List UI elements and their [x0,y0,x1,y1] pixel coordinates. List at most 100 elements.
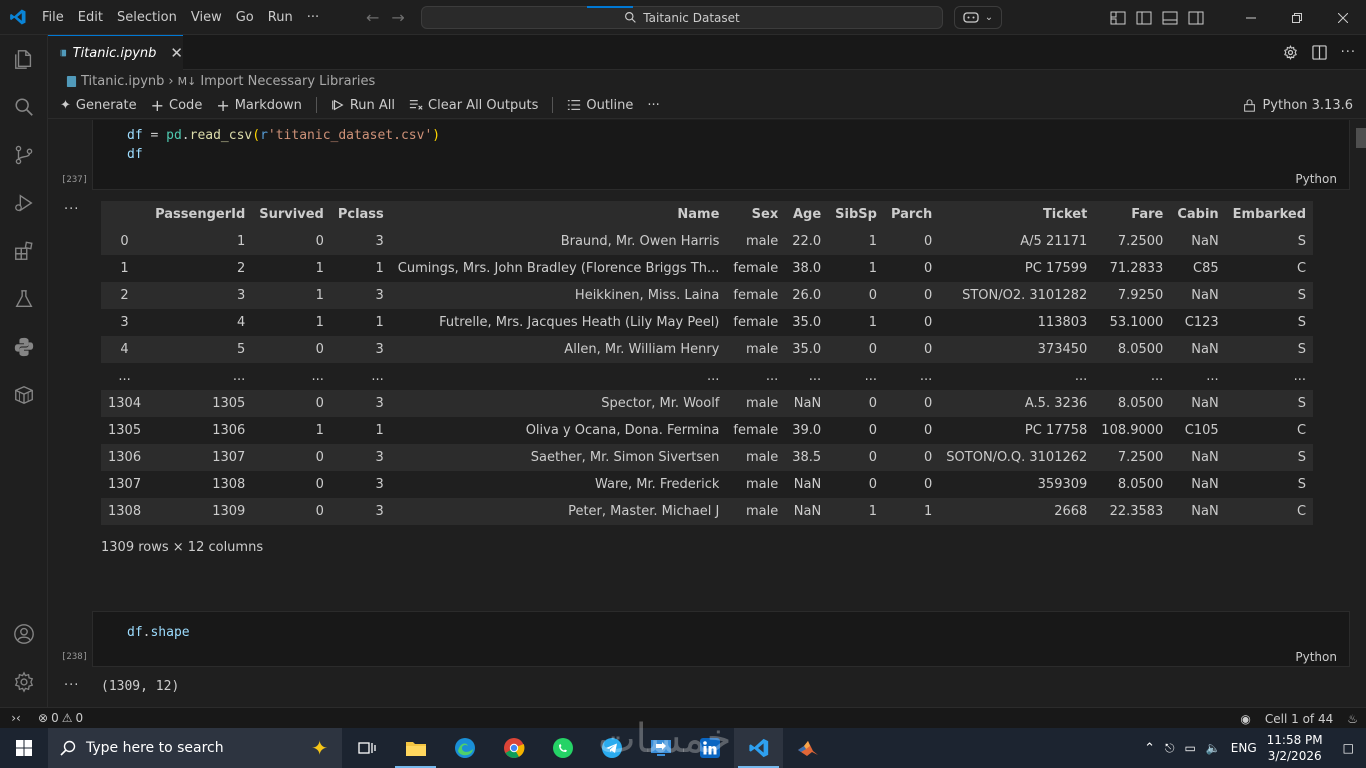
menu-view[interactable]: View [184,0,229,35]
tab-titanic-notebook[interactable]: Titanic.ipynb ✕ [48,35,183,70]
menu-file[interactable]: File [35,0,71,35]
outline-button[interactable]: Outline [567,98,633,113]
customize-layout-icon[interactable] [1110,11,1126,25]
column-header-ticket: Ticket [939,201,1095,228]
toolbar-more-button[interactable]: ··· [647,98,659,113]
cell-parch: 1 [883,498,940,525]
notification-center-icon[interactable]: □ [1343,741,1354,755]
menu-run[interactable]: Run [261,0,300,35]
source-control-icon[interactable] [0,131,48,179]
file-explorer-icon[interactable] [391,728,440,768]
remote-explorer-icon[interactable] [0,371,48,419]
close-icon[interactable]: ✕ [170,44,183,62]
cell-sex: male [726,498,786,525]
taskbar-search-placeholder: Type here to search [86,740,224,756]
breadcrumb-section[interactable]: Import Necessary Libraries [200,74,375,89]
edge-browser-icon[interactable] [440,728,489,768]
cell-ticket: A/5 21171 [939,228,1095,255]
cell-passenger-id: 1307 [148,444,253,471]
search-icon[interactable] [0,83,48,131]
task-view-icon[interactable] [342,728,391,768]
chrome-browser-icon[interactable] [489,728,538,768]
cell-survived: 0 [252,228,331,255]
notebook-toolbar: ✦ Generate + Code + Markdown Run All Cle… [48,92,1366,119]
add-markdown-cell-button[interactable]: + Markdown [216,96,302,115]
manage-gear-icon[interactable] [0,658,48,706]
cell-language-label[interactable]: Python [1295,650,1337,664]
toggle-panel-icon[interactable] [1162,11,1178,25]
run-all-button[interactable]: Run All [331,98,395,113]
vscode-logo-icon[interactable] [0,0,35,35]
show-hidden-icons-chevron-icon[interactable]: ⌃ [1144,741,1155,756]
cell-sex: female [726,309,786,336]
copilot-button[interactable]: ⌄ [954,6,1002,29]
chevron-down-icon: ⌄ [984,12,994,23]
matlab-icon[interactable] [783,728,832,768]
editor-tabs: Titanic.ipynb ✕ ··· [48,35,1366,70]
sparkle-icon: ✦ [60,97,71,113]
windows-start-button[interactable] [0,728,48,768]
cell-age: 38.5 [785,444,829,471]
output-more-button[interactable]: ··· [64,678,79,693]
battery-icon[interactable]: ▭ [1185,741,1196,755]
markdown-icon: M↓ [177,74,197,88]
notifications-bell-icon[interactable]: ♨ [1347,712,1358,726]
forward-arrow-icon[interactable]: → [391,8,404,27]
more-actions-icon[interactable]: ··· [1341,45,1356,60]
scrollbar-thumb[interactable] [1356,128,1366,148]
split-editor-icon[interactable] [1311,45,1327,60]
back-arrow-icon[interactable]: ← [366,8,379,27]
markdown-label: Markdown [234,97,302,113]
table-row: 3 4 1 1 Futrelle, Mrs. Jacques Heath (Lily M… [101,309,1314,336]
kernel-picker[interactable]: Python 3.13.6 [1243,92,1353,119]
code-line-1[interactable]: df = pd.read_csv(r'titanic_dataset.csv') [127,128,440,143]
add-code-cell-button[interactable]: + Code [151,96,203,115]
gear-icon[interactable] [1283,45,1298,60]
cell-position[interactable]: Cell 1 of 44 [1265,712,1333,726]
cell-survived: 1 [252,309,331,336]
close-window-button[interactable] [1320,0,1366,35]
toggle-secondary-sidebar-icon[interactable] [1188,11,1204,25]
problems-indicator[interactable]: ⊗ 0 ⚠ 0 [38,711,83,725]
code-cell-2[interactable]: df.shape Python [92,611,1350,667]
output-more-button[interactable]: ··· [64,202,79,217]
generate-button[interactable]: ✦ Generate [60,98,137,113]
menu-go[interactable]: Go [229,0,261,35]
copilot-status-icon[interactable]: ◉ [1240,712,1250,726]
minimize-button[interactable] [1228,0,1274,35]
menu-more[interactable]: ··· [300,0,326,35]
input-language[interactable]: ENG [1231,741,1257,755]
account-icon[interactable] [0,610,48,658]
cell-cabin: ... [1170,363,1226,390]
execution-count: [238] [61,652,89,662]
code-line-1[interactable]: df.shape [127,625,190,640]
menu-selection[interactable]: Selection [110,0,184,35]
cell-parch: ... [883,363,940,390]
clear-outputs-button[interactable]: Clear All Outputs [409,98,538,113]
run-debug-icon[interactable] [0,179,48,227]
cell-parch: 0 [883,282,940,309]
clock[interactable]: 11:58 PM 3/2/2026 [1267,732,1323,764]
taskbar-search[interactable]: Type here to search ✦ [48,728,342,768]
python-icon[interactable] [0,323,48,371]
restore-button[interactable] [1274,0,1320,35]
volume-icon[interactable]: 🔈 [1206,741,1221,755]
vscode-taskbar-icon[interactable] [734,728,783,768]
breadcrumb-file[interactable]: Titanic.ipynb [81,74,164,89]
toolbar-divider [315,97,317,113]
code-line-2[interactable]: df [127,147,143,162]
command-center-search[interactable]: Taitanic Dataset [421,6,943,29]
cell-parch: 0 [883,309,940,336]
testing-flask-icon[interactable] [0,275,48,323]
cell-language-label[interactable]: Python [1295,172,1337,186]
whatsapp-icon[interactable] [538,728,587,768]
toggle-primary-sidebar-icon[interactable] [1136,11,1152,25]
network-share-icon[interactable]: ⎋ [1165,741,1175,756]
cell-survived: ... [252,363,331,390]
outline-label: Outline [586,97,634,113]
code-cell-1[interactable]: df = pd.read_csv(r'titanic_dataset.csv')… [92,120,1350,190]
explorer-icon[interactable] [0,35,48,83]
remote-indicator-icon[interactable]: ›‹ [0,708,32,729]
menu-edit[interactable]: Edit [71,0,110,35]
extensions-icon[interactable] [0,227,48,275]
